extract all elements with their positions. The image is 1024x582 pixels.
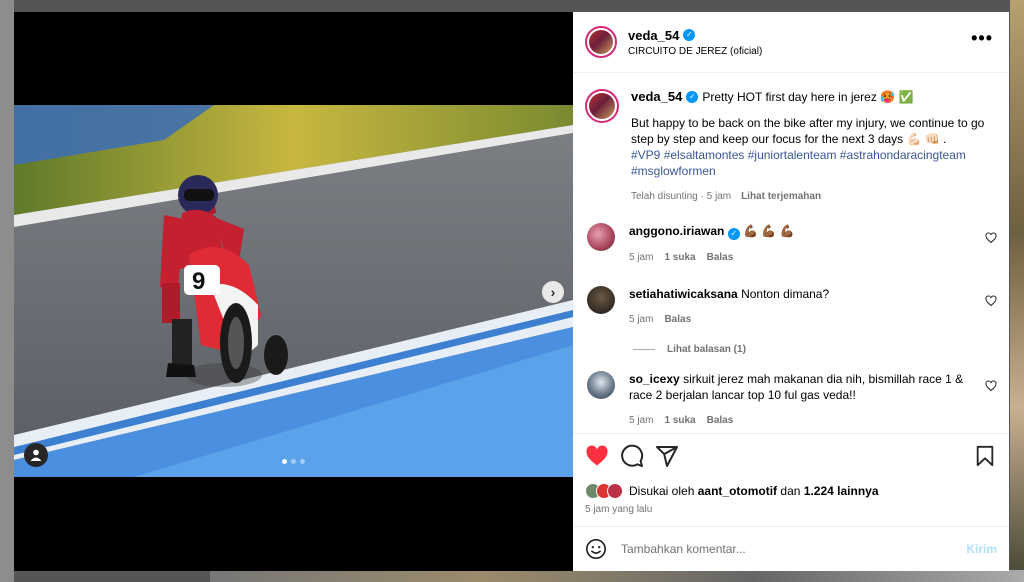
author-avatar[interactable] [585,26,617,58]
comment-likes[interactable]: 1 suka [664,250,695,266]
post-header-text: veda_54 ✓ CIRCUITO DE JEREZ (oficial) [628,28,762,57]
post-modal: 9 › veda_54 ✓ CIRCUITO DE JEREZ (oficial… [14,12,1009,571]
verified-badge-icon: ✓ [683,29,696,41]
comments-section[interactable]: veda_54 ✓ Pretty HOT first day here in j… [573,73,1009,433]
reply-button[interactable]: Balas [707,413,734,429]
author-username[interactable]: veda_54 [628,28,679,43]
comment-like-heart-icon[interactable] [985,380,997,392]
verified-badge-icon: ✓ [686,91,699,103]
bookmark-icon [976,445,994,467]
likes-prefix: Disukai oleh [629,484,695,498]
comment-item: setiahatiwicaksana Nonton dimana? 5 jam … [585,286,997,328]
backdrop-bottom [210,570,1024,582]
emoji-icon[interactable] [585,538,607,560]
commenter-avatar[interactable] [587,223,615,251]
post-media: 9 › [14,12,573,571]
caption-text: But happy to be back on the bike after m… [631,116,985,146]
replies-divider [633,349,655,350]
paper-plane-icon [656,446,678,467]
caption-hashtags[interactable]: #VP9 #elsaltamontes #juniortalenteam #as… [631,147,993,179]
comment-input[interactable] [621,542,967,556]
caption-meta: Telah disunting · 5 jam Lihat terjemahan [631,189,993,205]
tagged-users-button[interactable] [24,443,48,467]
comment-text: Nonton dimana? [741,287,830,301]
commenter-username[interactable]: so_icexy [629,372,680,386]
user-icon [30,449,42,461]
heart-filled-icon [586,445,608,466]
comment-composer: Kirim [573,526,1009,571]
commenter-username[interactable]: anggono.iriawan [629,224,724,238]
backdrop-right [1010,0,1024,582]
likes-joiner: dan [780,484,801,498]
post-location[interactable]: CIRCUITO DE JEREZ (oficial) [628,46,762,57]
likes-count[interactable]: 1.224 lainnya [804,484,879,498]
commenter-avatar[interactable] [587,371,615,399]
post-time[interactable]: 5 jam yang lalu [585,504,997,515]
caption-author-username[interactable]: veda_54 [631,89,682,105]
liker-avatar[interactable] [607,483,623,499]
caption-first-line: veda_54 ✓ Pretty HOT first day here in j… [631,89,993,105]
verified-badge-icon: ✓ [727,228,740,240]
comment-bubble-icon [621,444,644,467]
reply-button[interactable]: Balas [707,250,734,266]
caption-body: veda_54 ✓ Pretty HOT first day here in j… [631,89,993,205]
caption-author-row: veda_54 ✓ [631,89,699,105]
comment-like-heart-icon[interactable] [985,232,997,244]
commenter-avatar[interactable] [587,286,615,314]
comment-item: so_icexy sirkuit jerez mah makanan dia n… [585,371,997,429]
comment-time: 5 jam [629,415,654,426]
motorcycle-racer-image: 9 [14,105,573,477]
carousel-dot [291,459,296,464]
comment-meta: 5 jam 1 suka Balas [629,413,969,429]
comment-body: so_icexy sirkuit jerez mah makanan dia n… [629,371,969,429]
caption-first-text: Pretty HOT first day here in jerez 🥵 ✅ [702,90,914,104]
carousel-next-button[interactable]: › [542,281,564,303]
svg-text:9: 9 [192,268,205,295]
caption-author-avatar[interactable] [585,89,619,123]
likes-summary: Disukai oleh aant_otomotif dan 1.224 lai… [585,483,997,499]
post-photo[interactable]: 9 [14,105,573,477]
post-side-panel: veda_54 ✓ CIRCUITO DE JEREZ (oficial) ••… [573,12,1009,571]
comment-likes[interactable]: 1 suka [664,413,695,429]
comment-text: 💪🏾 💪🏾 💪🏾 [743,224,795,238]
comment-body: anggono.iriawan ✓ 💪🏾 💪🏾 💪🏾 5 jam 1 suka … [629,223,969,266]
backdrop-left [0,0,14,582]
likers-avatars [585,483,623,499]
comment-meta: 5 jam Balas [629,312,969,328]
like-button[interactable] [585,444,609,468]
carousel-indicator [282,459,305,464]
comment-time: 5 jam [629,252,654,263]
comment-body: setiahatiwicaksana Nonton dimana? 5 jam … [629,286,969,328]
reply-button[interactable]: Balas [664,312,691,328]
comment-time: 5 jam [629,314,654,325]
comment-item: anggono.iriawan ✓ 💪🏾 💪🏾 💪🏾 5 jam 1 suka … [585,223,997,266]
action-bar [585,442,997,470]
caption: veda_54 ✓ Pretty HOT first day here in j… [585,89,997,205]
caption-edited-time: Telah disunting · 5 jam [631,191,732,202]
more-options-button[interactable]: ••• [971,29,993,47]
post-header: veda_54 ✓ CIRCUITO DE JEREZ (oficial) ••… [573,12,1009,73]
commenter-username[interactable]: setiahatiwicaksana [629,287,738,301]
comment-button[interactable] [620,444,644,468]
carousel-dot [300,459,305,464]
view-replies-button[interactable]: Lihat balasan (1) [633,344,997,355]
liked-by-user[interactable]: aant_otomotif [698,484,777,498]
save-button[interactable] [973,444,997,468]
post-comment-button[interactable]: Kirim [966,542,997,556]
comment-meta: 5 jam 1 suka Balas [629,250,969,266]
comment-like-heart-icon[interactable] [985,295,997,307]
author-username-row: veda_54 ✓ [628,28,762,43]
comment-text: sirkuit jerez mah makanan dia nih, bismi… [629,372,964,402]
share-button[interactable] [655,444,679,468]
see-translation-link[interactable]: Lihat terjemahan [741,189,821,205]
carousel-dot-active [282,459,287,464]
view-replies-label: Lihat balasan (1) [667,344,746,355]
